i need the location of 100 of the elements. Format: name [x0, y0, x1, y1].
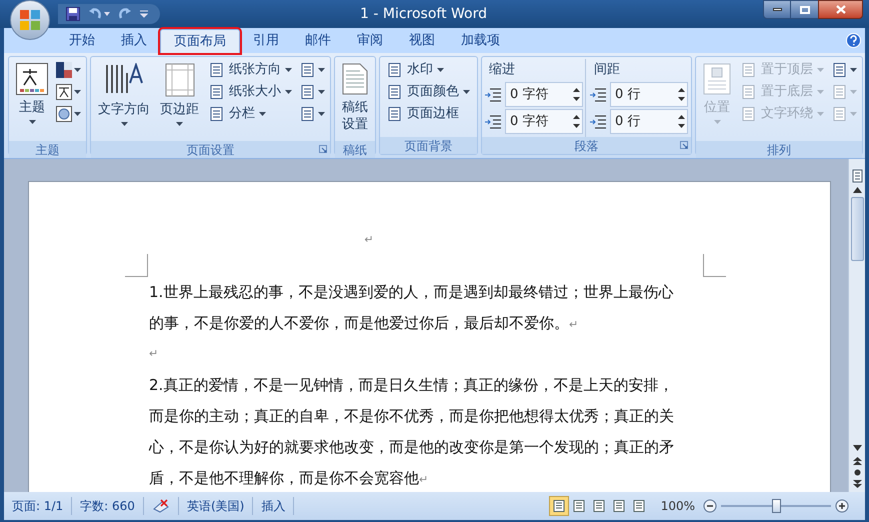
ribbon-large-button[interactable]: 稿纸设置 [338, 59, 372, 141]
dialog-launcher-icon[interactable] [319, 145, 327, 153]
spin-field[interactable]: 0 行 [610, 82, 688, 107]
undo-icon[interactable] [88, 7, 102, 21]
view-button[interactable] [548, 496, 569, 516]
toolbar-icon [387, 84, 403, 100]
caret-icon [285, 90, 292, 94]
ribbon-tab[interactable]: 插入 [108, 29, 160, 53]
indent-icon [590, 88, 606, 102]
ribbon-tab[interactable]: 页面布局 [160, 29, 240, 53]
ribbon-tab[interactable]: 引用 [240, 29, 292, 53]
caret-icon [176, 122, 183, 126]
ruler-icon[interactable] [852, 169, 862, 183]
toolbar-icon [300, 84, 316, 100]
help-icon[interactable] [846, 33, 861, 48]
close-button[interactable] [818, 0, 863, 19]
toolbar-icon [832, 62, 848, 78]
theme-icon [16, 63, 48, 95]
section-heading: 缩进 [488, 61, 516, 79]
view-icon [552, 500, 565, 512]
ribbon-small-button[interactable]: 纸张方向 [205, 59, 296, 81]
caret-icon [318, 90, 325, 94]
toolbar-icon [832, 106, 848, 122]
vertical-scrollbar[interactable] [848, 159, 865, 492]
indent-icon [485, 114, 501, 128]
group-label: 页面背景 [404, 138, 452, 154]
toolbar-icon [300, 62, 316, 78]
spinner-icon[interactable] [678, 114, 685, 129]
ribbon-tab[interactable]: 审阅 [344, 29, 396, 53]
page-count[interactable]: 页面: 1/1 [4, 497, 72, 515]
spinner-icon[interactable] [573, 87, 580, 102]
caret-icon[interactable] [104, 12, 110, 16]
toolbar-icon [832, 84, 848, 100]
toolbar-icon [209, 106, 225, 122]
save-icon[interactable] [66, 7, 80, 21]
office-button[interactable] [10, 0, 50, 40]
paragraph-mark: ↵ [364, 232, 374, 248]
caret-icon [850, 112, 857, 116]
ribbon-tab[interactable]: 开始 [56, 29, 108, 53]
toolbar-icon [741, 62, 757, 78]
ribbon-large-button[interactable]: 页边距 [156, 59, 203, 141]
group-label: 页面设置 [186, 142, 234, 158]
ribbon-small-button[interactable]: 页面边框 [383, 103, 474, 125]
group-label: 主题 [36, 142, 60, 158]
ribbon-icon-button[interactable] [54, 81, 83, 103]
caret-icon [74, 112, 81, 116]
spin-field[interactable]: 0 字符 [505, 109, 583, 134]
ribbon-small-button[interactable]: 分栏 [205, 103, 296, 125]
language-status[interactable]: 英语(美国) [178, 497, 254, 515]
group-label: 排列 [767, 142, 791, 158]
previous-page-icon[interactable] [852, 457, 862, 465]
ribbon-icon-button[interactable] [54, 103, 83, 125]
ribbon-large-button[interactable]: 文字方向 [94, 59, 154, 141]
zoom-slider[interactable] [721, 499, 831, 513]
scroll-up-icon[interactable] [852, 187, 862, 193]
ribbon-tab[interactable]: 视图 [396, 29, 448, 53]
word-count[interactable]: 字数: 660 [72, 497, 144, 515]
caret-icon [28, 120, 36, 124]
ribbon-large-button[interactable]: 主题 [12, 59, 52, 141]
position-icon [703, 63, 731, 95]
zoom-in-icon[interactable] [835, 499, 849, 513]
zoom-slider-thumb[interactable] [772, 499, 781, 513]
caret-icon [463, 90, 470, 94]
redo-icon[interactable] [118, 7, 132, 21]
ribbon-small-button[interactable]: 纸张大小 [205, 81, 296, 103]
dialog-launcher-icon[interactable] [680, 141, 688, 149]
caret-icon [850, 68, 857, 72]
next-page-icon[interactable] [852, 480, 862, 488]
zoom-out-icon[interactable] [703, 499, 717, 513]
toolbar-icon [741, 106, 757, 122]
spinner-icon[interactable] [573, 114, 580, 129]
ribbon-small-button[interactable]: 页面颜色 [383, 81, 474, 103]
ribbon-small-button[interactable]: 水印 [383, 59, 474, 81]
ribbon-tab[interactable]: 加载项 [448, 29, 513, 53]
insert-mode-status[interactable]: 插入 [253, 497, 294, 515]
zoom-level[interactable]: 100% [660, 497, 695, 515]
spinner-icon[interactable] [678, 87, 685, 102]
caret-icon [259, 112, 266, 116]
toolbar-icon [209, 84, 225, 100]
crop-mark [125, 254, 148, 277]
window-title: 1 - Microsoft Word [360, 5, 488, 24]
document-paragraph: 2.真正的爱情，不是一见钟情，而是日久生情；真正的缘份，不是上天的安排，而是你的主动；真正的自卑，不是你不优秀，而是你把他想得太优秀；真正的关心，不是你认为好的就要求他改变，而是他的改变你是第一个发现的；真正的矛盾，不是他不理解你，而是你不会宽容他↵ [149, 374, 675, 488]
ribbon-icon-button[interactable] [54, 59, 83, 81]
spin-field[interactable]: 0 行 [610, 109, 688, 134]
minimize-button[interactable] [763, 0, 791, 19]
proofing-error-icon[interactable] [152, 499, 170, 513]
spin-field[interactable]: 0 字符 [505, 82, 583, 107]
toolbar-icon [300, 106, 316, 122]
ribbon-tab[interactable]: 邮件 [292, 29, 344, 53]
scroll-down-icon[interactable] [852, 445, 862, 451]
indent-icon [485, 88, 501, 102]
scroll-thumb[interactable] [850, 197, 864, 261]
caret-icon [817, 68, 824, 72]
section-heading: 间距 [593, 61, 621, 79]
group-label: 段落 [574, 138, 598, 154]
maximize-button[interactable] [791, 0, 818, 19]
view-icon [572, 500, 585, 512]
customize-icon[interactable] [140, 10, 148, 18]
browse-object-icon[interactable] [854, 469, 860, 476]
view-icon [632, 500, 645, 512]
